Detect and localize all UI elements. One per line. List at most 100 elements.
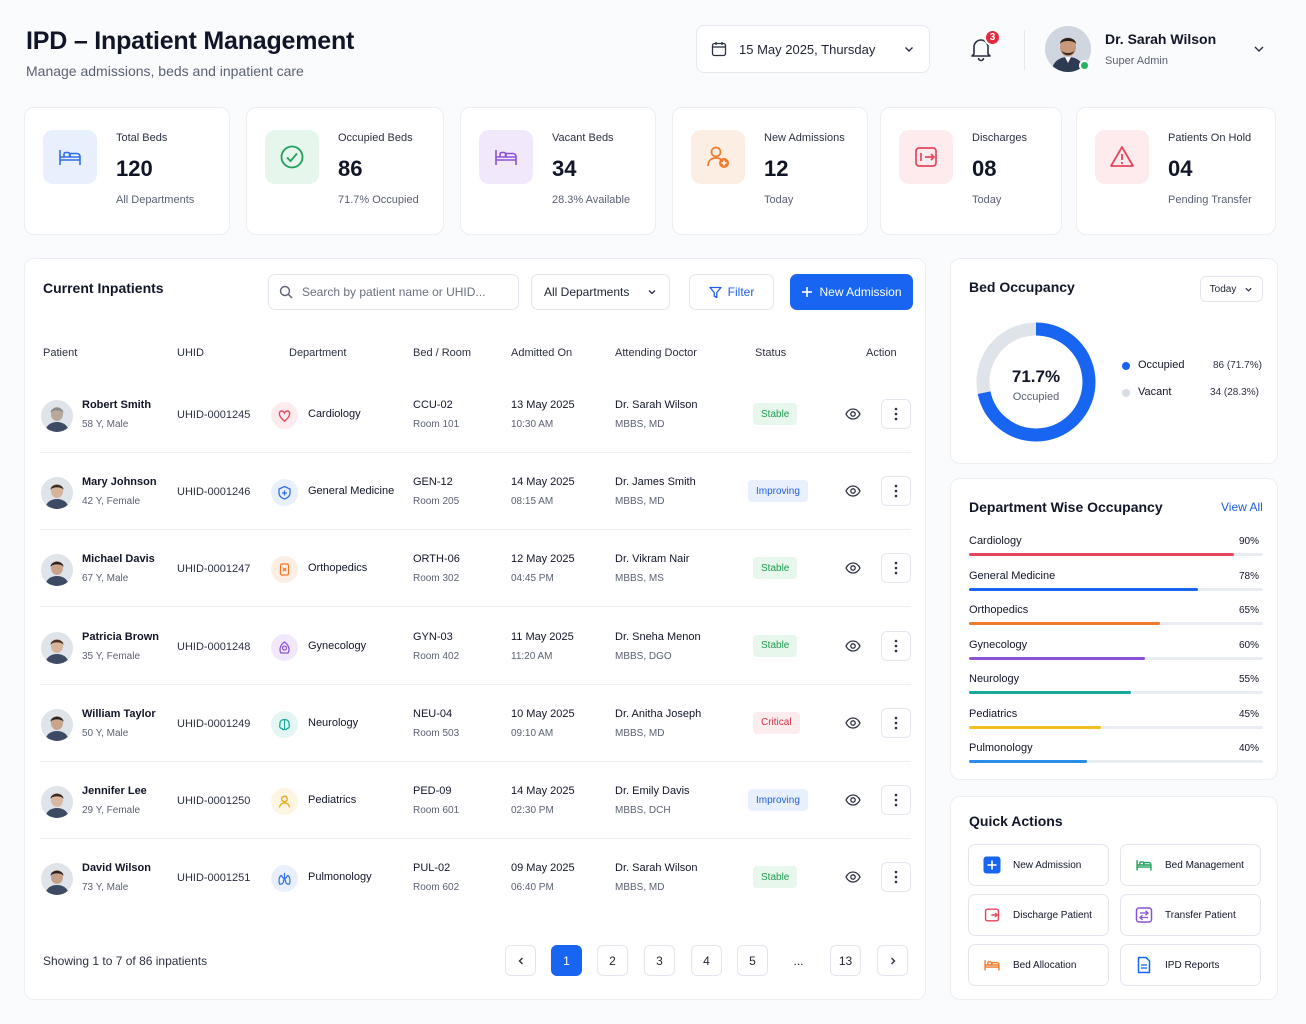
chevron-down-icon[interactable]	[1252, 42, 1266, 56]
search-input[interactable]: Search by patient name or UHID...	[268, 274, 519, 310]
pagination-page-button[interactable]: 1	[551, 945, 582, 976]
status-badge: Improving	[748, 480, 808, 503]
patient-name: William Taylor	[82, 707, 156, 720]
more-actions-button[interactable]	[881, 862, 911, 893]
quick-action-label: New Admission	[1013, 859, 1082, 871]
view-eye-icon[interactable]	[845, 406, 861, 427]
column-header-bed-room: Bed / Room	[413, 347, 472, 359]
view-eye-icon[interactable]	[845, 792, 861, 813]
stat-value: 120	[116, 156, 153, 181]
quick-action-transfer-patient-button[interactable]: Transfer Patient	[1120, 894, 1261, 936]
stat-value: 04	[1168, 156, 1193, 181]
stat-subtext: Pending Transfer	[1168, 194, 1252, 206]
department-occupancy-bar	[969, 622, 1161, 625]
pagination-page-button[interactable]: 5	[737, 945, 768, 976]
quick-action-label: Transfer Patient	[1165, 909, 1236, 921]
bed-icon	[479, 130, 533, 184]
view-all-link[interactable]: View All	[1221, 500, 1263, 514]
pagination-page-button[interactable]: 2	[597, 945, 628, 976]
more-actions-button[interactable]	[881, 553, 911, 584]
quick-action-discharge-patient-button[interactable]: Discharge Patient	[968, 894, 1109, 936]
quick-action-bed-management-button[interactable]: Bed Management	[1120, 844, 1261, 886]
more-actions-button[interactable]	[881, 785, 911, 815]
online-status-dot	[1079, 60, 1090, 71]
department-occupancy-track	[969, 553, 1263, 556]
stat-card-vacant-beds[interactable]: Vacant Beds 34 28.3% Available	[460, 107, 656, 235]
admitted-time: 02:30 PM	[511, 805, 554, 816]
pagination-summary: Showing 1 to 7 of 86 inpatients	[43, 954, 208, 968]
pagination-next-button[interactable]	[877, 945, 908, 976]
more-actions-button[interactable]	[881, 630, 911, 661]
more-actions-button[interactable]	[881, 707, 911, 738]
department-occupancy-percent: 40%	[1238, 743, 1259, 754]
pagination-prev-button[interactable]	[505, 945, 536, 976]
department-name: General Medicine	[308, 485, 395, 498]
stat-card-new-admissions[interactable]: New Admissions 12 Today	[672, 107, 868, 235]
department-name: Pulmonology	[308, 871, 372, 884]
plus-icon	[802, 287, 813, 297]
department-occupancy-percent: 55%	[1238, 674, 1259, 685]
department-select[interactable]: All Departments	[531, 274, 670, 310]
room-number: Room 302	[413, 573, 460, 585]
bed-occupancy-panel: Bed Occupancy Today 71.7% Occupied Occup…	[950, 258, 1278, 464]
patient-name: Jennifer Lee	[82, 785, 147, 797]
stat-card-total-beds[interactable]: Total Beds 120 All Departments	[24, 107, 230, 235]
view-eye-icon[interactable]	[845, 560, 861, 581]
table-row[interactable]: Michael Davis 67 Y, Male UHID-0001247 Ortho…	[25, 530, 925, 608]
date-text: 15 May 2025, Thursday	[739, 41, 876, 57]
pagination-page-button[interactable]: 13	[830, 945, 861, 976]
table-row[interactable]: Jennifer Lee 29 Y, Female UHID-0001250 Pedi…	[25, 762, 925, 839]
department-occupancy-name: Pediatrics	[969, 707, 1018, 720]
department-occupancy-bar	[969, 760, 1087, 763]
view-eye-icon[interactable]	[845, 869, 861, 890]
doctor-degree: MBBS, MD	[615, 727, 665, 739]
patient-uhid: UHID-0001248	[177, 640, 251, 653]
period-select[interactable]: Today	[1200, 276, 1263, 302]
table-row[interactable]: David Wilson 73 Y, Male UHID-0001251 Pulmon…	[25, 839, 925, 916]
more-vertical-icon	[894, 793, 898, 807]
patient-avatar	[41, 631, 73, 664]
view-eye-icon[interactable]	[845, 638, 861, 659]
filter-button[interactable]: Filter	[689, 274, 774, 310]
table-row[interactable]: Robert Smith 58 Y, Male UHID-0001245 Cardio…	[25, 376, 925, 453]
pagination-page-button[interactable]: 3	[644, 945, 675, 976]
admitted-time: 11:20 AM	[511, 650, 553, 662]
admitted-time: 09:10 AM	[511, 727, 554, 739]
department-name: Neurology	[308, 716, 359, 729]
stat-card-occupied-beds[interactable]: Occupied Beds 86 71.7% Occupied	[246, 107, 444, 235]
quick-action-bed-allocation-button[interactable]: Bed Allocation	[968, 944, 1109, 986]
room-number: Room 205	[413, 496, 460, 508]
pagination-page-button[interactable]: ...	[783, 945, 814, 976]
status-badge: Stable	[753, 403, 798, 425]
view-eye-icon[interactable]	[845, 715, 861, 736]
table-row[interactable]: William Taylor 50 Y, Male UHID-0001249 Neur…	[25, 685, 925, 762]
pagination-page-button[interactable]: 4	[691, 945, 722, 976]
more-actions-button[interactable]	[881, 476, 911, 507]
admitted-time: 08:15 AM	[511, 496, 554, 508]
patient-uhid: UHID-0001250	[177, 795, 251, 807]
table-row[interactable]: Patricia Brown 35 Y, Female UHID-0001248 Gy…	[25, 608, 925, 685]
more-actions-button[interactable]	[881, 399, 911, 429]
column-header-action: Action	[866, 347, 897, 359]
notification-badge: 3	[984, 29, 1001, 46]
legend-vacant-label: Vacant	[1138, 386, 1172, 398]
admitted-time: 06:40 PM	[511, 882, 554, 894]
table-row[interactable]: Mary Johnson 42 Y, Female UHID-0001246 Gene…	[25, 453, 925, 531]
bed-number: ORTH-06	[413, 553, 460, 566]
stat-card-discharges[interactable]: Discharges 08 Today	[880, 107, 1062, 235]
bed-occupancy-title: Bed Occupancy	[969, 279, 1075, 295]
doctor-name: Dr. James Smith	[615, 476, 696, 489]
quick-action-new-admission-button[interactable]: New Admission	[968, 844, 1109, 886]
doctor-name: Dr. Vikram Nair	[615, 553, 690, 566]
column-header-uhid: UHID	[177, 347, 204, 359]
new-admission-button[interactable]: New Admission	[790, 274, 913, 310]
view-eye-icon[interactable]	[845, 483, 861, 504]
search-placeholder: Search by patient name or UHID...	[302, 285, 486, 299]
patient-age-gender: 58 Y, Male	[82, 419, 129, 430]
stat-card-patients-on-hold[interactable]: Patients On Hold 04 Pending Transfer	[1076, 107, 1276, 235]
patient-avatar	[41, 708, 73, 741]
department-occupancy-name: General Medicine	[969, 569, 1056, 582]
date-picker[interactable]: 15 May 2025, Thursday	[696, 25, 930, 73]
quick-action-ipd-reports-button[interactable]: IPD Reports	[1120, 944, 1261, 986]
room-number: Room 503	[413, 727, 460, 739]
